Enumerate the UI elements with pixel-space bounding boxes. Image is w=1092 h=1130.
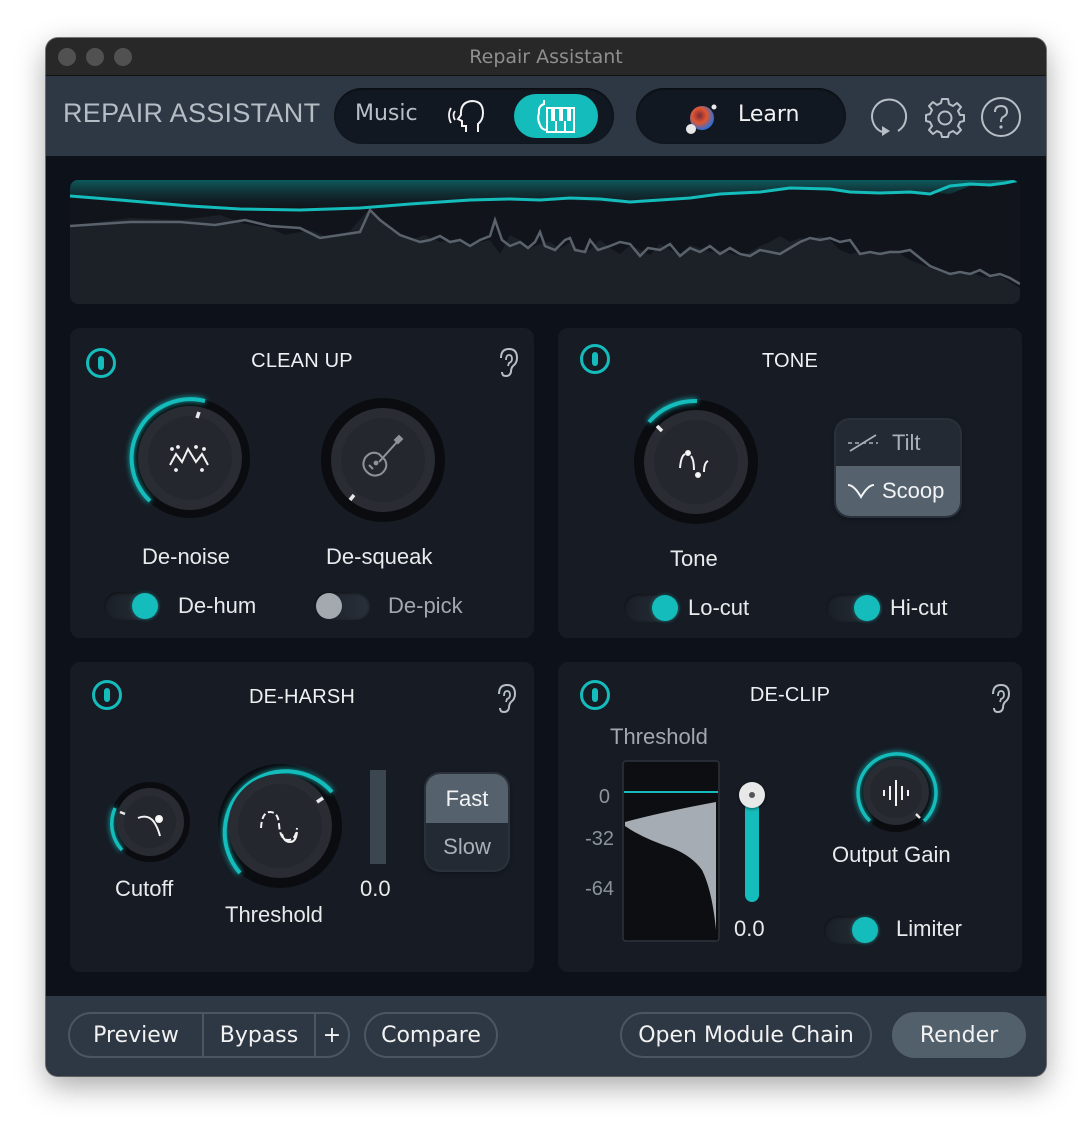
axis-tick-minus-64: -64	[585, 878, 614, 900]
header: REPAIR ASSISTANT Music Learn	[46, 76, 1046, 156]
axis-tick-minus-32: -32	[585, 828, 614, 850]
tone-panel: TONE Tone Tilt Scoop Lo-cut Hi-cut	[558, 328, 1022, 638]
repair-assistant-window: Repair Assistant REPAIR ASSISTANT Music	[46, 38, 1046, 1076]
voice-mode-button[interactable]	[446, 96, 490, 136]
deharsh-threshold-label: Threshold	[225, 902, 323, 927]
tone-mode-selector: Tilt Scoop	[836, 420, 960, 516]
scoop-label: Scoop	[882, 478, 945, 503]
cleanup-title: CLEAN UP	[251, 350, 353, 372]
bypass-button[interactable]: Bypass	[204, 1014, 314, 1056]
locut-toggle-thumb	[652, 595, 678, 621]
main-content: CLEAN UP De-noise De-squeak De-hum De-pi…	[46, 156, 1046, 996]
limiter-toggle[interactable]	[824, 916, 880, 944]
deharsh-title: DE-HARSH	[248, 686, 356, 708]
desqueak-knob[interactable]	[319, 396, 447, 524]
tilt-option[interactable]: Tilt	[836, 420, 960, 466]
dehum-toggle[interactable]	[104, 592, 160, 620]
declip-panel: DE-CLIP Threshold 0 -32 -64 0.0 Output G…	[558, 662, 1022, 972]
cleanup-listen-icon[interactable]	[496, 346, 520, 378]
add-bypass-button[interactable]: +	[316, 1014, 348, 1056]
spectrum-display	[70, 180, 1020, 304]
mode-switch: Music	[334, 88, 614, 144]
declip-threshold-value: 0.0	[734, 916, 765, 941]
cutoff-label: Cutoff	[115, 876, 174, 901]
cleanup-panel: CLEAN UP De-noise De-squeak De-hum De-pi…	[70, 328, 534, 638]
learn-label: Learn	[738, 102, 800, 127]
window-title: Repair Assistant	[469, 46, 623, 68]
fast-label: Fast	[445, 785, 489, 811]
learn-orb-icon	[686, 104, 717, 134]
help-button[interactable]	[980, 96, 1022, 138]
depick-label: De-pick	[388, 593, 463, 618]
help-icon	[981, 97, 1021, 137]
limiter-label: Limiter	[896, 916, 963, 941]
limiter-toggle-thumb	[852, 917, 878, 943]
voice-head-icon	[448, 99, 485, 132]
app-title: REPAIR ASSISTANT	[63, 98, 321, 128]
settings-gear-icon	[925, 98, 965, 138]
dehum-toggle-thumb	[132, 593, 158, 619]
deharsh-panel: DE-HARSH Cutoff Threshold 0.0 Fast Slow	[70, 662, 534, 972]
deharsh-meter-value: 0.0	[360, 876, 391, 901]
depick-toggle-thumb	[316, 593, 342, 619]
scoop-icon	[847, 484, 875, 499]
fast-option[interactable]: Fast	[426, 774, 508, 823]
compare-button[interactable]: Compare	[364, 1012, 498, 1058]
denoise-knob[interactable]	[126, 394, 254, 522]
slow-option[interactable]: Slow	[426, 823, 508, 870]
output-gain-knob[interactable]	[854, 750, 938, 834]
tilt-label: Tilt	[892, 430, 921, 455]
hicut-toggle[interactable]	[826, 594, 882, 622]
render-button[interactable]: Render	[892, 1012, 1026, 1058]
denoise-label: De-noise	[142, 544, 231, 569]
settings-button[interactable]	[924, 96, 966, 138]
deharsh-gain-meter	[370, 770, 386, 864]
mode-label: Music	[355, 101, 418, 126]
preview-button[interactable]: Preview	[70, 1014, 202, 1056]
undo-history-icon	[871, 98, 908, 136]
title-bar: Repair Assistant	[46, 38, 1046, 76]
cutoff-knob[interactable]	[108, 780, 192, 864]
slow-label: Slow	[443, 833, 491, 859]
hicut-toggle-thumb	[854, 595, 880, 621]
music-mode-button[interactable]	[514, 94, 598, 138]
declip-title: DE-CLIP	[749, 684, 831, 706]
spectrum-graph	[70, 180, 1020, 304]
output-gain-label: Output Gain	[832, 842, 951, 867]
learn-button[interactable]: Learn	[636, 88, 846, 144]
deharsh-speed-selector: Fast Slow	[426, 774, 508, 870]
declip-listen-icon[interactable]	[988, 682, 1012, 714]
desqueak-label: De-squeak	[326, 544, 433, 569]
locut-toggle[interactable]	[624, 594, 680, 622]
preview-button-group: Preview Bypass +	[68, 1012, 350, 1058]
hicut-label: Hi-cut	[890, 595, 948, 620]
open-module-chain-button[interactable]: Open Module Chain	[620, 1012, 872, 1058]
dehum-label: De-hum	[178, 593, 257, 618]
scoop-option[interactable]: Scoop	[836, 466, 960, 516]
declip-threshold-label: Threshold	[610, 724, 708, 749]
axis-tick-0: 0	[598, 786, 610, 808]
tone-title: TONE	[762, 350, 818, 372]
history-button[interactable]	[868, 96, 910, 138]
deharsh-listen-icon[interactable]	[494, 682, 518, 714]
tilt-icon	[848, 434, 878, 452]
footer-bar: Preview Bypass + Compare Open Module Cha…	[46, 996, 1046, 1076]
locut-label: Lo-cut	[688, 595, 750, 620]
depick-toggle[interactable]	[314, 592, 370, 620]
tone-knob-label: Tone	[670, 546, 718, 571]
music-instruments-icon	[537, 100, 575, 133]
declip-threshold-slider-track[interactable]	[745, 802, 759, 902]
declip-threshold-slider-thumb[interactable]	[739, 782, 765, 808]
declip-histogram	[622, 760, 720, 942]
tone-knob[interactable]	[632, 398, 760, 526]
deharsh-threshold-knob[interactable]	[216, 762, 344, 890]
